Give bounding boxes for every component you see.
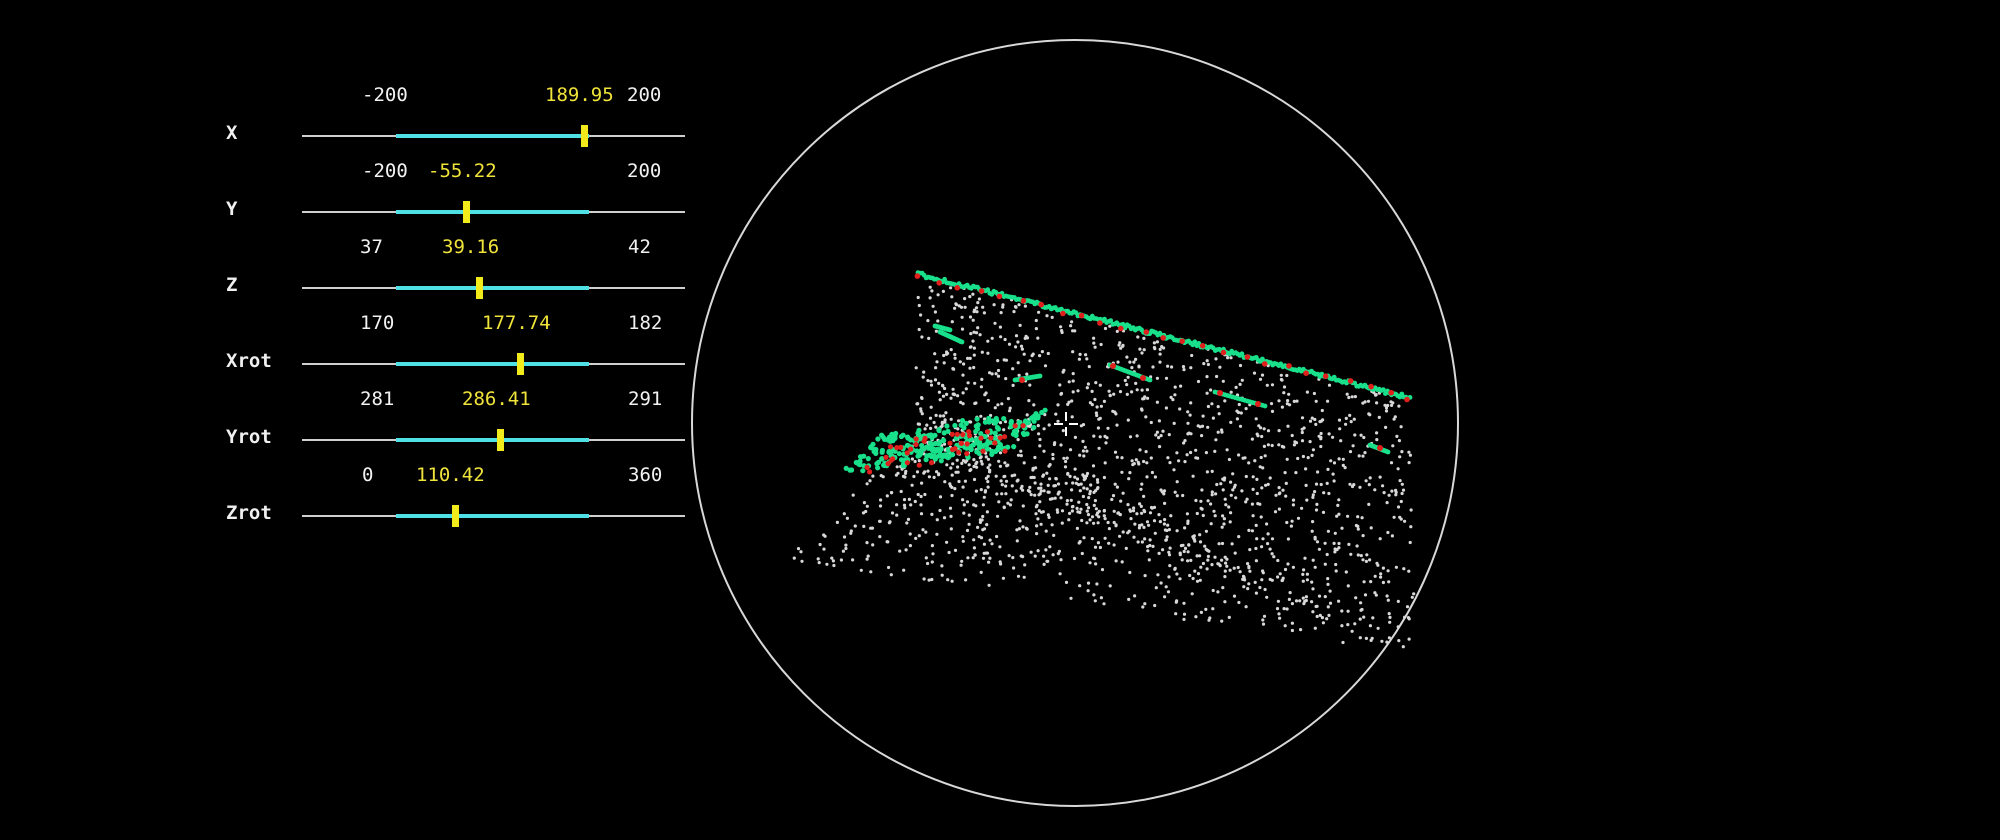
point-cloud-viewport[interactable]	[0, 0, 2000, 840]
crosshair-cursor-icon	[1054, 412, 1078, 436]
detected-edges	[843, 270, 1413, 474]
